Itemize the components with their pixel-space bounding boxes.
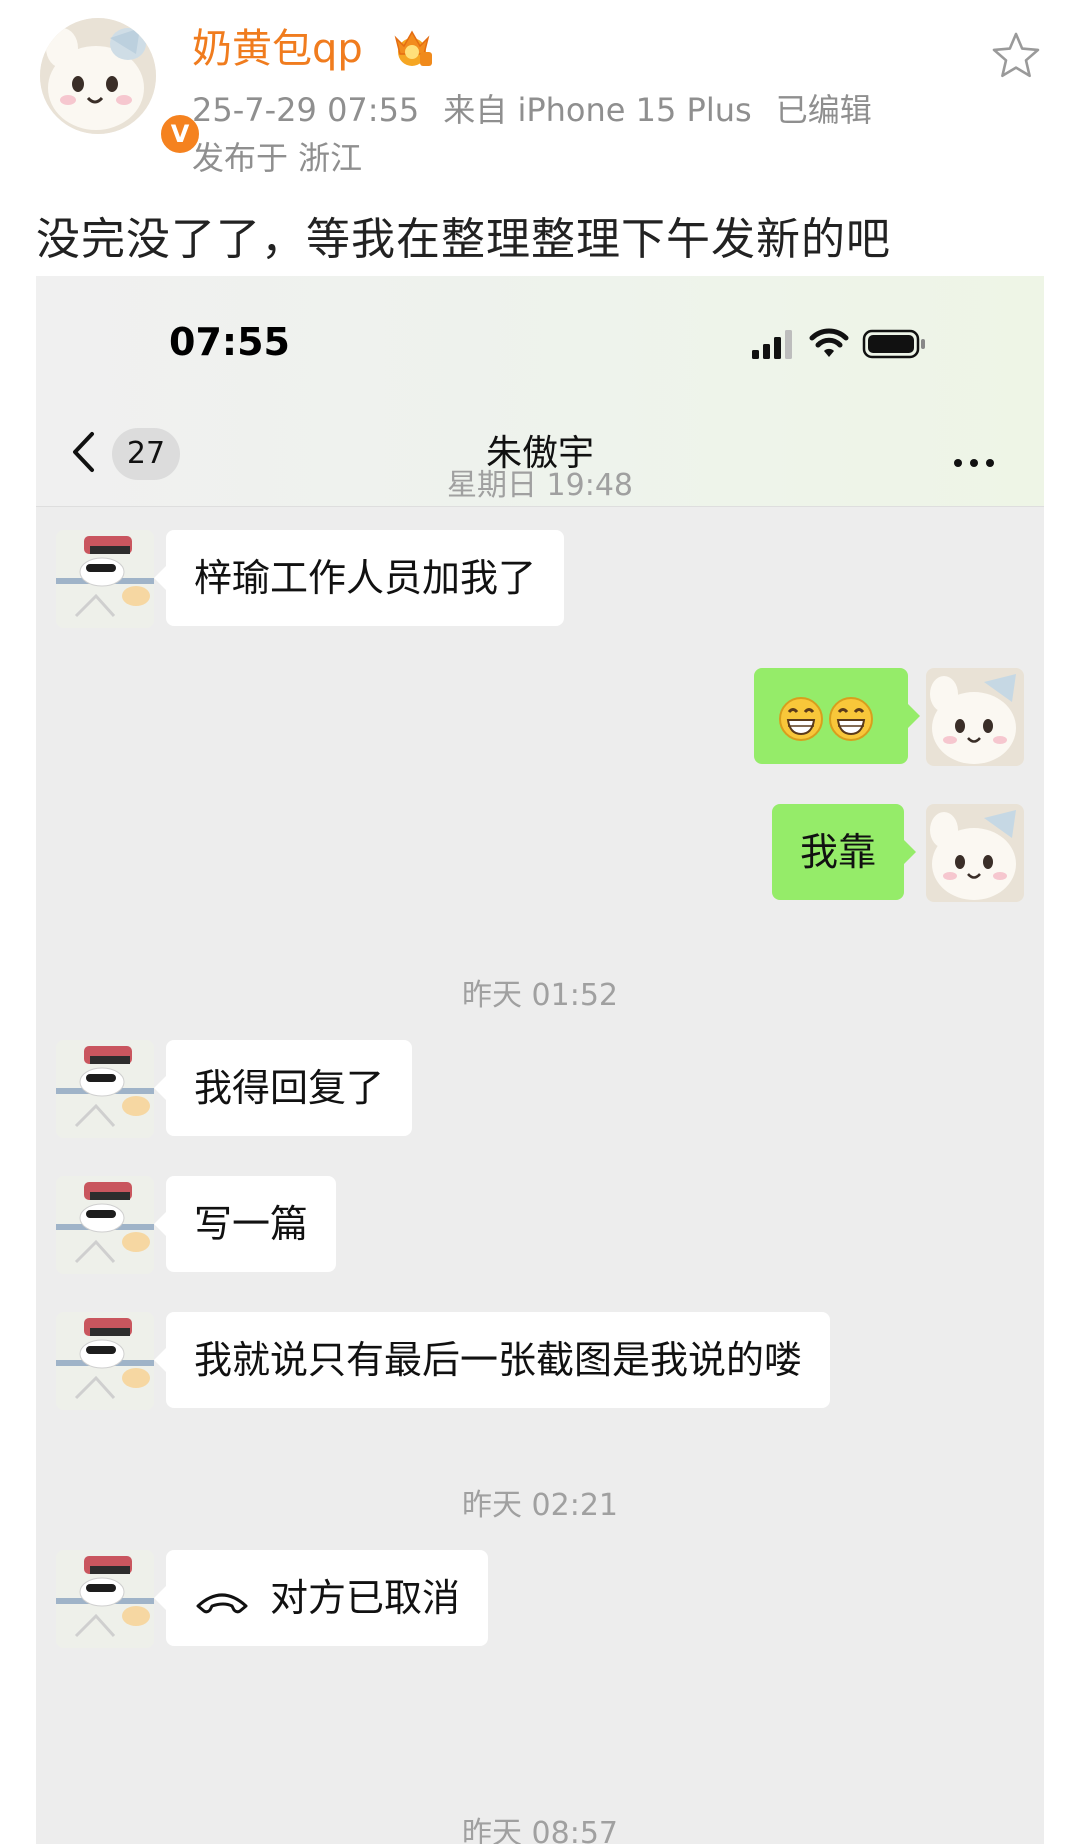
my-avatar[interactable] [926,668,1024,766]
my-avatar[interactable] [926,804,1024,902]
message-bubble-incoming[interactable]: 写一篇 [153,1176,337,1272]
message-bubble-incoming[interactable]: 我就说只有最后一张截图是我说的喽 [153,1312,831,1408]
message-bubble-incoming[interactable]: 我得回复了 [153,1040,413,1136]
message-bubble-outgoing[interactable] [754,668,920,764]
status-icons [752,328,925,359]
timestamp: 昨天 01:52 [462,978,618,1013]
post-body-text: 没完没了了，等我在整理整理下午发新的吧 [36,214,891,265]
author-avatar[interactable]: V [40,18,202,156]
message-bubble-incoming[interactable]: 梓瑜工作人员加我了 [153,530,565,626]
status-clock: 07:55 [169,320,290,364]
grin-emoji-icon [779,696,823,741]
post-source: 来自 iPhone 15 Plus [443,91,752,129]
author-username[interactable]: 奶黄包qp [192,22,363,76]
contact-avatar[interactable] [56,1550,154,1648]
timestamp: 星期日 19:48 [447,468,633,503]
contact-avatar[interactable] [56,530,154,628]
crown-badge-icon [394,30,432,66]
post-meta: 25-7-29 07:55 来自 iPhone 15 Plus 已编辑 [192,90,896,130]
message-bubble-outgoing[interactable]: 我靠 [772,804,917,900]
chat-screenshot-image[interactable]: 07:55 27 朱傲宇 星期日 19:48 梓瑜工作人员加我了 我靠 昨天 0… [36,276,1044,1844]
call-status-text: 对方已取消 [270,1576,461,1620]
post-date: 25-7-29 07:55 [192,91,420,129]
contact-avatar[interactable] [56,1312,154,1410]
call-cancelled-bubble[interactable]: 对方已取消 [153,1550,489,1646]
favorite-star-icon[interactable] [990,30,1042,82]
timestamp: 昨天 02:21 [462,1488,618,1523]
post-edited-label[interactable]: 已编辑 [776,91,872,129]
phone-hangup-icon [196,1593,248,1613]
contact-avatar[interactable] [56,1040,154,1138]
grin-emoji-icon [829,696,873,741]
contact-avatar[interactable] [56,1176,154,1274]
timestamp: 昨天 08:57 [462,1816,618,1844]
post-location: 发布于 浙江 [192,139,363,177]
